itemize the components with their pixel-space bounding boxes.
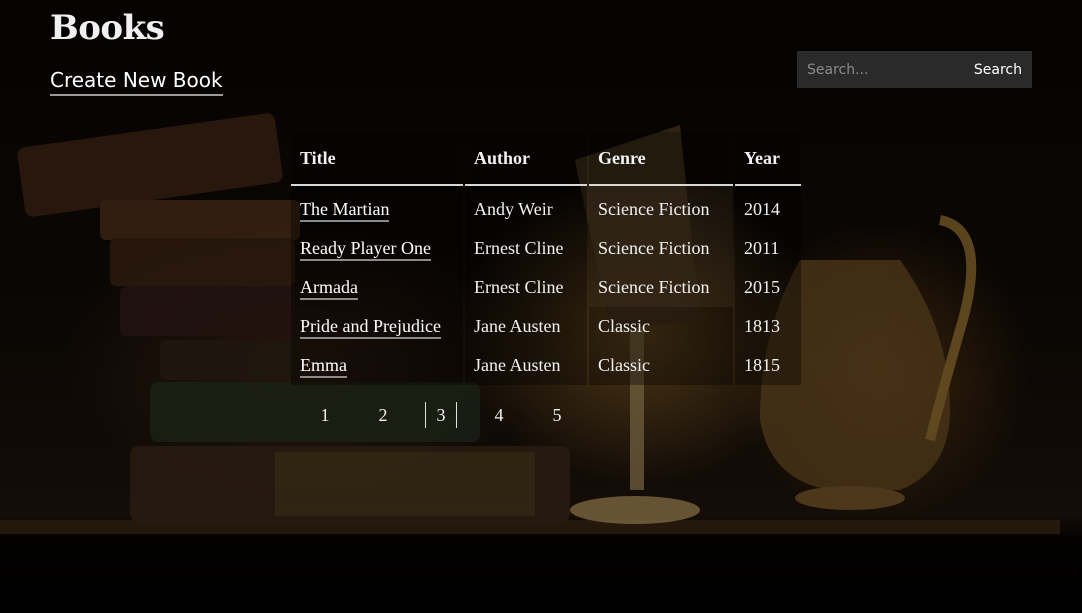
column-header-year[interactable]: Year	[735, 132, 801, 186]
author-cell: Ernest Cline	[465, 268, 587, 307]
title-cell: Emma	[291, 346, 463, 385]
page-link-1[interactable]: 1	[296, 402, 354, 428]
book-title-link[interactable]: Pride and Prejudice	[300, 316, 441, 339]
title-cell: The Martian	[291, 186, 463, 229]
search-input[interactable]	[797, 51, 970, 88]
create-new-book-link[interactable]: Create New Book	[50, 68, 223, 96]
search-button[interactable]: Search	[970, 51, 1032, 88]
author-cell: Jane Austen	[465, 346, 587, 385]
genre-cell: Classic	[589, 346, 733, 385]
title-cell: Armada	[291, 268, 463, 307]
author-cell: Andy Weir	[465, 186, 587, 229]
table-row: Pride and Prejudice Jane Austen Classic …	[291, 307, 801, 346]
genre-cell: Science Fiction	[589, 229, 733, 268]
genre-cell: Science Fiction	[589, 268, 733, 307]
books-table: Title Author Genre Year The Martian Andy…	[289, 132, 803, 385]
genre-cell: Classic	[589, 307, 733, 346]
book-title-link[interactable]: The Martian	[300, 199, 390, 222]
page-link-3-current[interactable]: 3	[425, 402, 457, 428]
page-link-4[interactable]: 4	[470, 402, 528, 428]
column-header-title[interactable]: Title	[291, 132, 463, 186]
year-cell: 2015	[735, 268, 801, 307]
year-cell: 2011	[735, 229, 801, 268]
title-cell: Ready Player One	[291, 229, 463, 268]
table-row: Ready Player One Ernest Cline Science Fi…	[291, 229, 801, 268]
search-form: Search	[797, 51, 1032, 88]
app-window: Books Create New Book Search Title Autho…	[0, 0, 1082, 613]
genre-cell: Science Fiction	[589, 186, 733, 229]
page-link-5[interactable]: 5	[528, 402, 586, 428]
book-title-link[interactable]: Armada	[300, 277, 358, 300]
column-header-genre[interactable]: Genre	[589, 132, 733, 186]
pagination: 1 2 3 4 5	[296, 402, 586, 428]
table-row: Armada Ernest Cline Science Fiction 2015	[291, 268, 801, 307]
page-link-2[interactable]: 2	[354, 402, 412, 428]
table-row: The Martian Andy Weir Science Fiction 20…	[291, 186, 801, 229]
author-cell: Ernest Cline	[465, 229, 587, 268]
year-cell: 1815	[735, 346, 801, 385]
author-cell: Jane Austen	[465, 307, 587, 346]
year-cell: 1813	[735, 307, 801, 346]
year-cell: 2014	[735, 186, 801, 229]
table-header-row: Title Author Genre Year	[291, 132, 801, 186]
shelf	[0, 520, 1060, 534]
table-row: Emma Jane Austen Classic 1815	[291, 346, 801, 385]
column-header-author[interactable]: Author	[465, 132, 587, 186]
book-title-link[interactable]: Emma	[300, 355, 347, 378]
page-title: Books	[50, 8, 165, 48]
title-cell: Pride and Prejudice	[291, 307, 463, 346]
book-title-link[interactable]: Ready Player One	[300, 238, 431, 261]
